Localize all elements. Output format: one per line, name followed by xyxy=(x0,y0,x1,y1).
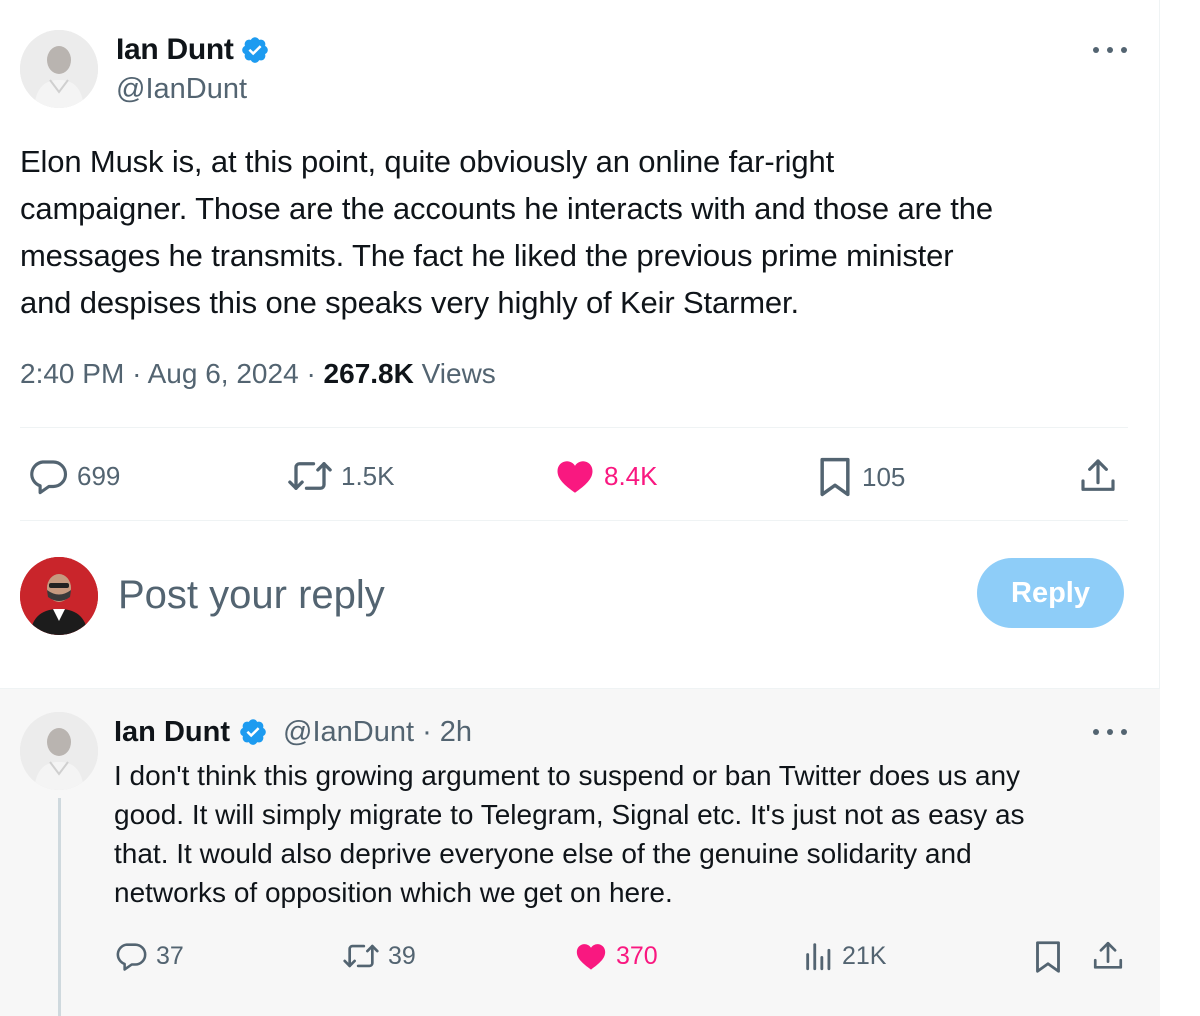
tweet-meta: 2:40 PM · Aug 6, 2024 · 267.8K Views xyxy=(20,358,496,390)
meta-separator: · xyxy=(132,358,142,389)
share-icon xyxy=(1093,941,1123,969)
tweet-text-line: that. It would also deprive everyone els… xyxy=(114,838,972,869)
reply-input[interactable] xyxy=(118,570,938,620)
views-button[interactable]: 21K xyxy=(804,939,886,973)
repost-icon xyxy=(343,944,379,968)
like-count: 370 xyxy=(616,941,658,970)
bookmark-button[interactable] xyxy=(1033,939,1063,975)
bookmark-icon xyxy=(820,457,850,497)
views-count: 21K xyxy=(842,941,887,970)
like-button[interactable]: 8.4K xyxy=(554,455,658,497)
repost-icon xyxy=(288,462,332,490)
like-count: 8.4K xyxy=(604,460,658,491)
reply-icon xyxy=(116,943,147,971)
reply-count: 699 xyxy=(77,460,121,491)
verified-badge-icon xyxy=(240,719,266,745)
reply-submit-button[interactable]: Reply xyxy=(977,558,1124,628)
reply-button[interactable]: 699 xyxy=(27,455,120,497)
author-handle-time[interactable]: @IanDunt · 2h xyxy=(283,716,472,749)
tweet-text-line: and despises this one speaks very highly… xyxy=(20,285,799,320)
meta-separator: · xyxy=(306,358,316,389)
tweet-text: Elon Musk is, at this point, quite obvio… xyxy=(20,138,1130,326)
tweet-text-line: messages he transmits. The fact he liked… xyxy=(20,238,954,273)
user-avatar[interactable] xyxy=(20,557,98,635)
thread-connector-line xyxy=(58,798,61,1016)
divider xyxy=(20,520,1128,521)
author-name[interactable]: Ian Dunt xyxy=(114,716,230,749)
more-icon[interactable] xyxy=(1093,722,1127,742)
tweet-text-line: Elon Musk is, at this point, quite obvio… xyxy=(20,144,835,179)
like-button[interactable]: 370 xyxy=(574,939,658,973)
author-handle[interactable]: @IanDunt xyxy=(116,73,247,106)
repost-button[interactable]: 39 xyxy=(342,939,416,973)
divider xyxy=(20,427,1128,428)
views-count: 267.8K xyxy=(323,358,414,389)
like-icon xyxy=(557,461,593,493)
like-icon xyxy=(576,944,606,970)
repost-count: 39 xyxy=(388,941,416,970)
tweet-time[interactable]: 2:40 PM xyxy=(20,358,124,389)
repost-button[interactable]: 1.5K xyxy=(287,455,395,497)
share-button[interactable] xyxy=(1078,456,1118,496)
bookmark-icon xyxy=(1036,941,1060,973)
repost-count: 1.5K xyxy=(341,460,395,491)
author-name[interactable]: Ian Dunt xyxy=(116,33,234,67)
page-margin xyxy=(1160,0,1200,1016)
tweet-text-line: I don't think this growing argument to s… xyxy=(114,760,1021,791)
reply-icon xyxy=(30,460,68,495)
tweet-date[interactable]: Aug 6, 2024 xyxy=(148,358,299,389)
verified-badge-icon xyxy=(242,37,268,63)
reply-count: 37 xyxy=(156,941,184,970)
tweet-text: I don't think this growing argument to s… xyxy=(114,756,1134,912)
bookmark-count: 105 xyxy=(862,461,906,492)
more-icon[interactable] xyxy=(1093,40,1127,60)
views-label: Views xyxy=(421,358,496,389)
reply-button[interactable]: 37 xyxy=(114,939,184,973)
share-icon xyxy=(1081,459,1115,491)
share-button[interactable] xyxy=(1091,939,1125,973)
author-avatar[interactable] xyxy=(20,30,98,108)
tweet-text-line: good. It will simply migrate to Telegram… xyxy=(114,799,1025,830)
tweet-detail-page: Ian Dunt @IanDunt Elon Musk is, at this … xyxy=(0,0,1160,1016)
author-avatar[interactable] xyxy=(20,712,98,790)
bookmark-button[interactable]: 105 xyxy=(816,455,905,499)
tweet-text-line: campaigner. Those are the accounts he in… xyxy=(20,191,993,226)
tweet-text-line: networks of opposition which we get on h… xyxy=(114,877,673,908)
views-icon xyxy=(806,943,831,971)
